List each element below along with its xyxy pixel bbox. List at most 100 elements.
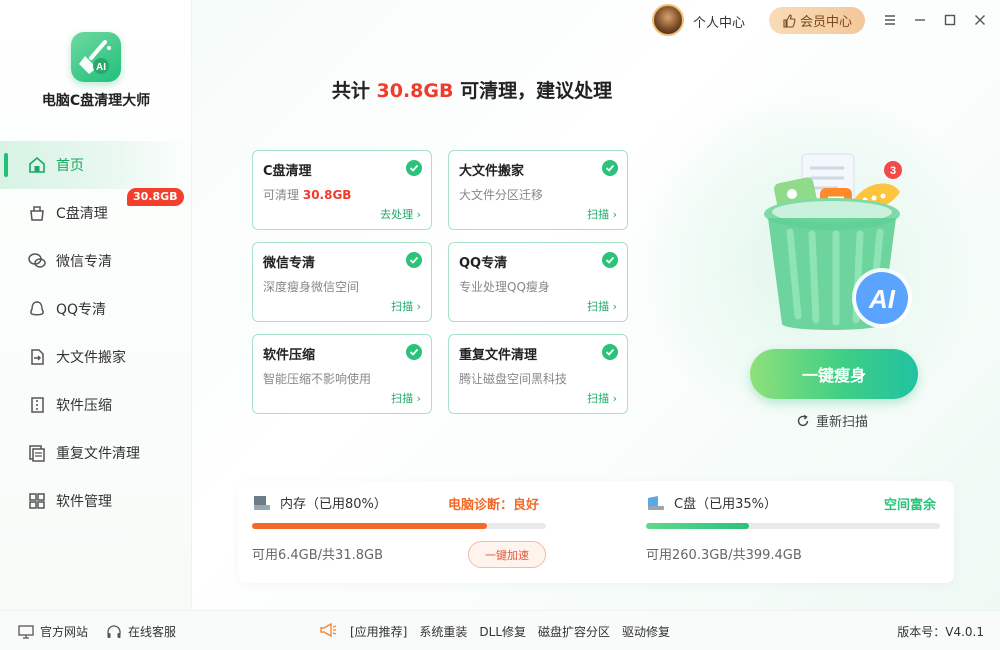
wechat-icon: [27, 251, 47, 271]
rec-driver-repair[interactable]: 驱动修复: [622, 623, 670, 640]
disk-usage-bar: [646, 523, 940, 529]
card-title: 大文件搬家: [459, 164, 525, 179]
speed-up-button[interactable]: 一键加速: [468, 541, 546, 568]
home-icon: [27, 155, 47, 175]
card-desc: 大文件分区迁移: [459, 188, 544, 202]
memory-available: 可用6.4GB/共31.8GB: [252, 548, 383, 563]
apps-grid-icon: [27, 491, 47, 511]
check-icon: [602, 344, 618, 360]
check-icon: [602, 252, 618, 268]
move-file-icon: [27, 347, 47, 367]
rec-disk-partition[interactable]: 磁盘扩容分区: [538, 623, 610, 640]
avatar[interactable]: [652, 4, 684, 36]
check-icon: [406, 344, 422, 360]
memory-icon: [252, 494, 272, 512]
summary-suffix: 可清理，建议处理: [460, 80, 613, 102]
close-button[interactable]: [970, 10, 990, 30]
resource-panel: 内存（已用80%） 电脑诊断：良好 可用6.4GB/共31.8GB 一键加速 C…: [238, 481, 954, 583]
sidebar-item-label: 首页: [56, 158, 84, 174]
qq-icon: [27, 299, 47, 319]
card-compress[interactable]: 软件压缩 智能压缩不影响使用 扫描 ›: [252, 334, 432, 414]
official-website-link[interactable]: 官方网站: [18, 623, 88, 640]
rescan-button[interactable]: 重新扫描: [796, 411, 868, 430]
minimize-button[interactable]: [910, 10, 930, 30]
check-icon: [406, 160, 422, 176]
menu-button[interactable]: [880, 10, 900, 30]
maximize-icon: [944, 14, 956, 26]
card-action-link[interactable]: 扫描 ›: [391, 298, 421, 314]
card-action-link[interactable]: 去处理 ›: [380, 206, 421, 222]
memory-status: 电脑诊断：良好: [448, 498, 540, 513]
headset-icon: [106, 624, 122, 639]
card-action-link[interactable]: 扫描 ›: [587, 206, 617, 222]
rec-dll-repair[interactable]: DLL修复: [479, 623, 526, 640]
minimize-icon: [915, 19, 925, 21]
svg-text:AI: AI: [96, 62, 106, 73]
online-service-link[interactable]: 在线客服: [106, 623, 176, 640]
sidebar-item-label: 微信专清: [56, 254, 112, 270]
sidebar-item-qq[interactable]: QQ专清: [0, 285, 192, 333]
sidebar-item-duplicate[interactable]: 重复文件清理: [0, 429, 192, 477]
card-desc: 智能压缩不影响使用: [263, 372, 372, 386]
rec-label: [应用推荐]: [350, 625, 408, 639]
sidebar-item-label: C盘清理: [56, 206, 108, 222]
card-move-file[interactable]: 大文件搬家 大文件分区迁移 扫描 ›: [448, 150, 628, 230]
sidebar-item-home[interactable]: 首页: [0, 141, 192, 189]
footer: 官方网站 在线客服 [应用推荐] 系统重装 DLL修复 磁盘扩容分区 驱动修复 …: [0, 610, 1000, 650]
cleanable-summary: 共计 30.8GB 可清理，建议处理: [192, 76, 752, 103]
disk-available: 可用260.3GB/共399.4GB: [646, 548, 802, 563]
card-action-link[interactable]: 扫描 ›: [391, 390, 421, 406]
card-desc: 深度瘦身微信空间: [263, 280, 360, 294]
card-wechat[interactable]: 微信专清 深度瘦身微信空间 扫描 ›: [252, 242, 432, 322]
sidebar-item-move-file[interactable]: 大文件搬家: [0, 333, 192, 381]
card-title: QQ专清: [459, 256, 508, 271]
app-recommendations: [应用推荐] 系统重装 DLL修复 磁盘扩容分区 驱动修复: [350, 623, 682, 640]
card-title: C盘清理: [263, 164, 312, 179]
menu-icon: [885, 15, 895, 25]
disk-icon: [646, 494, 666, 512]
compress-icon: [27, 395, 47, 415]
sidebar-item-label: QQ专清: [56, 302, 107, 318]
profile-link[interactable]: 个人中心: [693, 12, 745, 31]
disk-usage-fill: [646, 523, 749, 529]
notification-count: 3: [890, 165, 896, 177]
summary-prefix: 共计: [331, 80, 370, 102]
sidebar-item-label: 重复文件清理: [56, 446, 140, 462]
vip-center-button[interactable]: 会员中心: [769, 7, 865, 34]
broom-icon: [27, 203, 47, 223]
summary-size: 30.8GB: [376, 80, 454, 102]
sidebar-item-label: 大文件搬家: [56, 350, 126, 366]
card-action-link[interactable]: 扫描 ›: [587, 390, 617, 406]
sidebar-item-apps[interactable]: 软件管理: [0, 477, 192, 525]
disk-label: C盘（已用35%）: [646, 493, 777, 512]
check-icon: [406, 252, 422, 268]
disk-status: 空间富余: [884, 498, 937, 513]
sidebar-item-compress[interactable]: 软件压缩: [0, 381, 192, 429]
sidebar-item-label: 软件压缩: [56, 398, 112, 414]
maximize-button[interactable]: [940, 10, 960, 30]
megaphone-icon: [318, 621, 338, 642]
memory-label: 内存（已用80%）: [252, 493, 387, 512]
sidebar-item-label: 软件管理: [56, 494, 112, 510]
card-c-clean[interactable]: C盘清理 可清理 30.8GB 去处理 ›: [252, 150, 432, 230]
vip-center-label: 会员中心: [799, 15, 852, 30]
memory-usage-fill: [252, 523, 488, 529]
clean-size-badge: 30.8GB: [127, 188, 184, 206]
memory-usage-bar: [252, 523, 546, 529]
check-icon: [602, 160, 618, 176]
ai-badge-label: AI: [868, 284, 896, 314]
card-title: 重复文件清理: [459, 348, 538, 363]
card-duplicate[interactable]: 重复文件清理 腾让磁盘空间黑科技 扫描 ›: [448, 334, 628, 414]
thumb-up-icon: [782, 13, 796, 28]
rec-system-reinstall[interactable]: 系统重装: [419, 623, 467, 640]
rescan-label: 重新扫描: [816, 415, 869, 430]
sidebar: AI 电脑C盘清理大师 首页 C盘清理 微信专清 QQ专清 大文件搬家 软件压缩…: [0, 0, 192, 610]
refresh-icon: [796, 414, 810, 428]
card-qq[interactable]: QQ专清 专业处理QQ瘦身 扫描 ›: [448, 242, 628, 322]
sidebar-item-wechat[interactable]: 微信专清: [0, 237, 192, 285]
one-click-slim-button[interactable]: 一键瘦身: [750, 349, 918, 399]
sidebar-nav: 首页 C盘清理 微信专清 QQ专清 大文件搬家 软件压缩 重复文件清理 软件管理…: [0, 141, 192, 525]
duplicate-file-icon: [27, 443, 47, 463]
card-action-link[interactable]: 扫描 ›: [587, 298, 617, 314]
trash-can-illustration-icon: 3 AI: [764, 153, 912, 330]
